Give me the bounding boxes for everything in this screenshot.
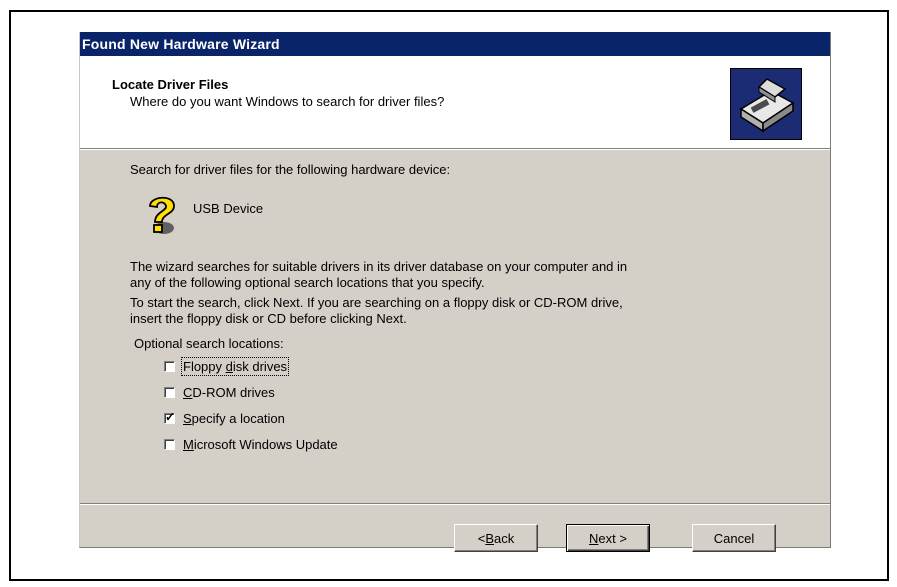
option-specify-location[interactable]: ✓ Specify a location bbox=[164, 409, 285, 427]
option-windows-update[interactable]: Microsoft Windows Update bbox=[164, 435, 338, 453]
windows-update-checkbox[interactable] bbox=[164, 438, 175, 450]
floppy-label: Floppy disk drives bbox=[180, 356, 290, 376]
next-button[interactable]: Next > bbox=[566, 524, 650, 552]
description-line-2: any of the following optional search loc… bbox=[130, 275, 485, 290]
windows-update-label: Microsoft Windows Update bbox=[183, 436, 338, 452]
wizard-content: Search for driver files for the followin… bbox=[80, 149, 830, 497]
specify-location-checkbox[interactable]: ✓ bbox=[164, 409, 176, 424]
intro-text: Search for driver files for the followin… bbox=[130, 162, 451, 177]
wizard-header: Locate Driver Files Where do you want Wi… bbox=[80, 56, 830, 148]
option-cd-rom-drives[interactable]: CD-ROM drives bbox=[164, 383, 275, 401]
header-title: Locate Driver Files bbox=[112, 77, 229, 92]
options-heading: Optional search locations: bbox=[134, 336, 284, 351]
hardware-wizard-icon bbox=[730, 68, 802, 140]
cd-rom-label: CD-ROM drives bbox=[183, 384, 275, 400]
description-line-1: The wizard searches for suitable drivers… bbox=[130, 259, 628, 274]
unknown-device-question-icon bbox=[142, 192, 182, 240]
header-subtitle: Where do you want Windows to search for … bbox=[130, 94, 445, 109]
instruction-line-2: insert the floppy disk or CD before clic… bbox=[130, 311, 407, 326]
cd-rom-checkbox[interactable] bbox=[164, 386, 175, 398]
checkmark-icon: ✓ bbox=[165, 409, 176, 424]
cancel-button[interactable]: Cancel bbox=[692, 524, 776, 552]
wizard-window: Found New Hardware Wizard Locate Driver … bbox=[79, 32, 831, 552]
option-floppy-disk-drives[interactable]: Floppy disk drives bbox=[164, 356, 290, 376]
floppy-checkbox[interactable] bbox=[164, 360, 175, 372]
device-name: USB Device bbox=[193, 201, 264, 216]
specify-location-label: Specify a location bbox=[183, 410, 285, 426]
instruction-line-1: To start the search, click Next. If you … bbox=[130, 295, 623, 310]
back-button[interactable]: < Back bbox=[454, 524, 538, 552]
button-divider bbox=[80, 503, 830, 505]
window-title: Found New Hardware Wizard bbox=[80, 32, 830, 56]
